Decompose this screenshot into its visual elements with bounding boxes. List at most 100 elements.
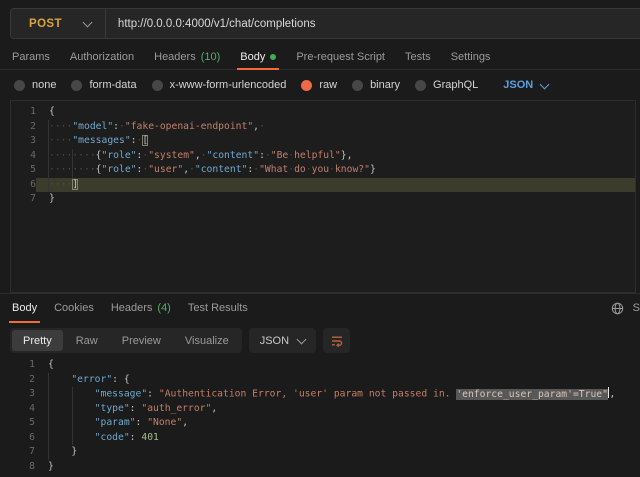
chevron-down-icon: [540, 79, 550, 89]
code-token: "error": [71, 374, 112, 385]
code-token: "Be·helpful": [271, 150, 341, 161]
code-line[interactable]: 7}: [11, 192, 635, 207]
code-line[interactable]: 3····"messages":·[: [11, 134, 635, 149]
response-tab-cookies[interactable]: Cookies: [54, 294, 94, 322]
whitespace-dots: ····: [49, 179, 72, 190]
response-tab-test-results[interactable]: Test Results: [188, 294, 248, 322]
format-label: JSON: [503, 79, 533, 91]
code-content: {: [36, 105, 635, 120]
tab-label: Body: [240, 51, 265, 63]
code-content: {: [35, 358, 640, 373]
wrap-text-button[interactable]: [323, 328, 350, 353]
request-body-editor[interactable]: 1{2····"model":·"fake-openai-endpoint",·…: [10, 100, 636, 293]
code-content: "code": 401: [35, 431, 640, 446]
code-token: {: [48, 359, 54, 370]
radio-icon: [415, 80, 426, 91]
radio-raw[interactable]: raw: [301, 79, 337, 91]
view-preview[interactable]: Preview: [111, 330, 172, 351]
response-format-select[interactable]: JSON: [249, 328, 316, 353]
view-visualize[interactable]: Visualize: [174, 330, 240, 351]
radio-binary[interactable]: binary: [352, 79, 400, 91]
whitespace-dots: ·: [288, 164, 294, 175]
code-content: "error": {: [35, 373, 640, 388]
code-content: }: [35, 445, 640, 460]
code-token: "What·do·you·know?": [259, 164, 370, 175]
radio-icon: [71, 80, 82, 91]
radio-label: none: [32, 79, 56, 91]
response-headers-count-badge: (4): [157, 302, 170, 314]
code-line[interactable]: 2····"model":·"fake-openai-endpoint",·: [11, 120, 635, 135]
code-line[interactable]: 5········{"role":·"user",·"content":·"Wh…: [11, 163, 635, 178]
radio-label: form-data: [89, 79, 136, 91]
code-token: [48, 374, 71, 385]
view-raw[interactable]: Raw: [65, 330, 109, 351]
indent-guide: [72, 387, 73, 445]
whitespace-dots: ·: [259, 121, 265, 132]
code-line[interactable]: 5 "param": "None",: [10, 416, 640, 431]
tab-label: Headers: [111, 302, 153, 314]
code-token: ,: [211, 403, 217, 414]
globe-icon[interactable]: [611, 302, 624, 315]
whitespace-dots: ·: [288, 150, 294, 161]
code-line[interactable]: 6····]: [11, 178, 635, 193]
url-input[interactable]: http://0.0.0.0:4000/v1/chat/completions: [118, 18, 316, 30]
code-token: }: [71, 446, 77, 457]
code-token: "user": [148, 164, 183, 175]
code-content: ····]: [36, 178, 635, 193]
body-format-select[interactable]: JSON: [503, 79, 548, 91]
code-content: "type": "auth_error",: [35, 402, 640, 417]
body-type-row: none form-data x-www-form-urlencoded raw…: [0, 70, 640, 100]
code-token: ····: [49, 121, 72, 132]
indent-guide: [48, 120, 49, 193]
tab-label: Tests: [405, 51, 431, 63]
tab-headers[interactable]: Headers (10): [154, 45, 220, 69]
radio-graphql[interactable]: GraphQL: [415, 79, 478, 91]
code-line[interactable]: 3 "message": "Authentication Error, 'use…: [10, 387, 640, 402]
whitespace-dots: ·: [329, 164, 335, 175]
code-token: "Authentication Error, 'user' param not …: [159, 389, 456, 400]
radio-x-www-form-urlencoded[interactable]: x-www-form-urlencoded: [152, 79, 287, 91]
radio-form-data[interactable]: form-data: [71, 79, 136, 91]
chevron-down-icon[interactable]: [82, 18, 92, 28]
radio-none[interactable]: none: [14, 79, 56, 91]
code-token: "role": [102, 164, 137, 175]
tab-tests[interactable]: Tests: [405, 45, 431, 69]
divider: [105, 9, 106, 38]
response-body-viewer[interactable]: 1{2 "error": {3 "message": "Authenticati…: [10, 358, 640, 477]
code-token: [48, 446, 71, 457]
tab-authorization[interactable]: Authorization: [70, 45, 134, 69]
tab-label: Test Results: [188, 302, 248, 314]
code-token: {: [124, 374, 130, 385]
tab-settings[interactable]: Settings: [451, 45, 491, 69]
radio-selected-icon: [301, 80, 312, 91]
format-label: JSON: [260, 335, 289, 347]
code-token: ·: [259, 121, 265, 132]
code-token: ····: [49, 135, 72, 146]
code-line[interactable]: 6 "code": 401: [10, 431, 640, 446]
code-line[interactable]: 4 "type": "auth_error",: [10, 402, 640, 417]
code-content: ········{"role":·"system",·"content":·"B…: [36, 149, 635, 164]
method-selector[interactable]: POST: [11, 18, 62, 30]
response-tab-headers[interactable]: Headers (4): [111, 294, 171, 322]
code-token: "content": [195, 164, 248, 175]
line-number: 7: [10, 445, 35, 460]
response-code: 1{2 "error": {3 "message": "Authenticati…: [10, 358, 640, 474]
whitespace-dots: ·: [306, 164, 312, 175]
code-line[interactable]: 8}: [10, 460, 640, 475]
code-token: "model": [72, 121, 113, 132]
code-token: {: [49, 106, 55, 117]
tab-params[interactable]: Params: [12, 45, 50, 69]
code-line[interactable]: 4········{"role":·"system",·"content":·"…: [11, 149, 635, 164]
code-line[interactable]: 1{: [11, 105, 635, 120]
code-content: ····"model":·"fake-openai-endpoint",·: [36, 120, 635, 135]
tab-pre-request-script[interactable]: Pre-request Script: [296, 45, 385, 69]
view-pretty[interactable]: Pretty: [12, 330, 63, 351]
tab-body[interactable]: Body: [240, 45, 276, 69]
code-line[interactable]: 1{: [10, 358, 640, 373]
code-line[interactable]: 7 }: [10, 445, 640, 460]
code-line[interactable]: 2 "error": {: [10, 373, 640, 388]
code-token: ,: [609, 389, 615, 400]
radio-icon: [152, 80, 163, 91]
line-number: 1: [11, 105, 36, 120]
response-tab-body[interactable]: Body: [12, 294, 37, 322]
